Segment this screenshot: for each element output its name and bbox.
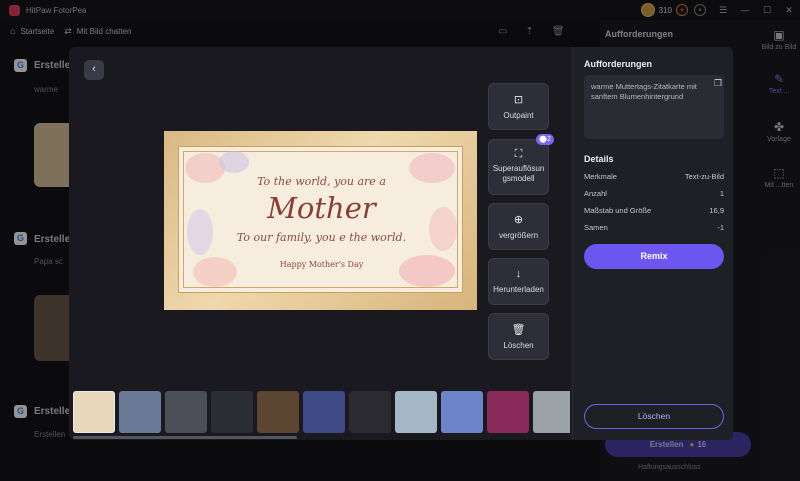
copy-icon[interactable]: ❐ (714, 78, 722, 89)
detail-label: Samen (584, 223, 608, 232)
detail-label: Maßstab und Größe (584, 206, 652, 215)
detail-value: 16,9 (709, 206, 724, 215)
download-icon: ↓ (515, 268, 522, 280)
thumbnail-strip (73, 391, 570, 433)
thumbnail-family-scene[interactable] (119, 391, 161, 433)
details-panel: Aufforderungen warme Muttertags-Zitatkar… (572, 47, 733, 440)
expand-icon: ⛶ (514, 148, 523, 160)
preview-image: To the world, you are a Mother To our fa… (164, 131, 477, 310)
credit-badge: ⬤2 (536, 134, 554, 145)
zoom-in-icon: ⊕ (513, 214, 524, 226)
enlarge-button[interactable]: ⊕ vergrößern (488, 203, 549, 250)
super-resolution-label: Superauflösun gsmodell (492, 164, 545, 183)
thumbnail-colorful-robot[interactable] (487, 391, 529, 433)
thumbnail-anime-character[interactable] (533, 391, 570, 433)
thumbnail-fantasy-city[interactable] (303, 391, 345, 433)
detail-row: Merkmale Text-zu-Bild (584, 172, 724, 181)
detail-value: 1 (719, 189, 724, 198)
card-inner: To the world, you are a Mother To our fa… (178, 146, 463, 293)
thumbnail-anime-girl[interactable] (441, 391, 483, 433)
detail-value: -1 (717, 223, 724, 232)
prompt-box: warme Muttertags-Zitatkarte mit sanftem … (584, 75, 724, 139)
card-line-2: Mother (267, 191, 376, 225)
detail-label: Merkmale (584, 172, 617, 181)
prompt-text: warme Muttertags-Zitatkarte mit sanftem … (591, 82, 697, 101)
preview-area: ‹ To the world, you are a Mother To our … (69, 47, 572, 440)
detail-row: Samen -1 (584, 223, 724, 232)
download-label: Herunterladen (493, 285, 544, 294)
flower-decoration (219, 151, 249, 173)
detail-value: Text-zu-Bild (684, 172, 724, 181)
back-button[interactable]: ‹ (84, 60, 104, 80)
chevron-left-icon: ‹ (92, 63, 96, 75)
super-resolution-button[interactable]: ⬤2 ⛶ Superauflösun gsmodell (488, 134, 554, 195)
thumbnail-broken-image[interactable] (349, 391, 391, 433)
outpaint-label: Outpaint (503, 111, 534, 120)
prompts-title: Aufforderungen (584, 59, 652, 69)
remix-button[interactable]: Remix (584, 244, 724, 269)
image-detail-modal: ‹ To the world, you are a Mother To our … (69, 47, 733, 440)
download-button[interactable]: ↓ Herunterladen (488, 258, 549, 305)
outpaint-button[interactable]: ⊡ Outpaint (488, 83, 549, 130)
trash-icon: 🗑︎ (511, 324, 526, 336)
delete-button[interactable]: Löschen (584, 404, 724, 429)
thumbnail-scrollbar[interactable] (73, 436, 297, 439)
card-line-1: To the world, you are a (257, 175, 386, 188)
card-line-4: Happy Mother's Day (279, 260, 364, 269)
thumbnail-mothers-day-card[interactable] (73, 391, 115, 433)
thumbnail-elderly-couple[interactable] (165, 391, 207, 433)
card-line-3: To our family, you e the world. (236, 231, 407, 244)
thumbnail-restaurant[interactable] (257, 391, 299, 433)
outpaint-icon: ⊡ (513, 94, 524, 106)
detail-label: Anzahl (584, 189, 607, 198)
delete-tool-label: Löschen (503, 341, 534, 350)
delete-tool-button[interactable]: 🗑︎ Löschen (488, 313, 549, 360)
details-title: Details (584, 154, 614, 164)
thumbnail-beach-huts[interactable] (395, 391, 437, 433)
thumbnail-poster-grid[interactable] (211, 391, 253, 433)
detail-row: Anzahl 1 (584, 189, 724, 198)
detail-row: Maßstab und Größe 16,9 (584, 206, 724, 215)
enlarge-label: vergrößern (498, 231, 539, 240)
